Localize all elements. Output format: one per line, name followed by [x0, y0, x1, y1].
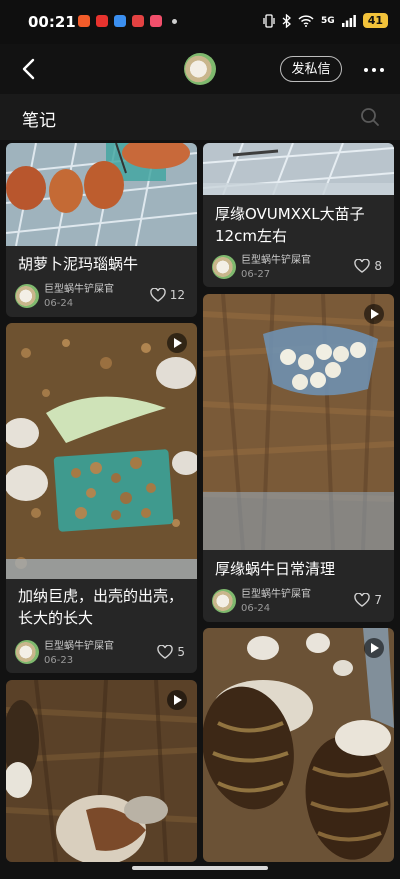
author-name: 巨型蜗牛铲屎官 — [44, 284, 114, 295]
status-time: 00:21 — [28, 13, 76, 31]
author-name: 巨型蜗牛铲屎官 — [44, 641, 114, 652]
note-card[interactable]: 厚缘OVUMXXL大苗子12cm左右 巨型蜗牛铲屎官 06-27 8 — [203, 143, 394, 287]
back-button[interactable] — [14, 54, 44, 84]
bluetooth-icon — [282, 13, 292, 28]
notification-icons — [78, 15, 177, 27]
note-card[interactable]: 厚缘蜗牛日常清理 巨型蜗牛铲屎官 06-24 7 — [203, 294, 394, 622]
like-count-value: 5 — [177, 645, 185, 659]
author-avatar — [15, 284, 39, 308]
note-card[interactable] — [203, 628, 394, 862]
note-title: 厚缘OVUMXXL大苗子12cm左右 — [215, 205, 365, 245]
note-cover-image — [203, 143, 394, 195]
wifi-icon — [298, 14, 314, 27]
video-play-icon — [364, 304, 384, 324]
top-navigation-bar: 发私信 — [0, 44, 400, 94]
note-cover-image — [203, 628, 394, 862]
weibo-app-icon — [78, 15, 90, 27]
like-count[interactable]: 7 — [354, 593, 382, 607]
note-title: 胡萝卜泥玛瑙蜗牛 — [18, 255, 139, 273]
like-count[interactable]: 8 — [354, 259, 382, 273]
like-count[interactable]: 5 — [157, 645, 185, 659]
heart-icon — [149, 288, 166, 302]
note-title: 加纳巨虎，出壳的出壳，长大的长大 — [18, 587, 184, 627]
search-icon[interactable] — [360, 107, 380, 127]
note-cover-image — [203, 294, 394, 550]
home-indicator — [132, 866, 268, 870]
news-app-icon — [96, 15, 108, 27]
like-count[interactable]: 12 — [149, 288, 185, 302]
shopping-app-icon — [132, 15, 144, 27]
video-play-icon — [167, 690, 187, 710]
note-card[interactable]: 胡萝卜泥玛瑙蜗牛 巨型蜗牛铲屎官 06-24 12 — [6, 143, 197, 317]
author-avatar — [15, 640, 39, 664]
notes-section-header: 笔记 — [0, 94, 400, 140]
video-app-icon — [150, 15, 162, 27]
author-avatar — [212, 255, 236, 279]
profile-avatar[interactable] — [184, 53, 216, 85]
more-options-icon[interactable] — [364, 68, 384, 72]
heart-icon — [354, 593, 371, 607]
author-avatar — [212, 589, 236, 613]
section-title: 笔记 — [22, 111, 56, 131]
browser-app-icon — [114, 15, 126, 27]
note-title: 厚缘蜗牛日常清理 — [215, 560, 336, 578]
vibrate-icon — [263, 13, 275, 28]
note-card[interactable] — [6, 680, 197, 862]
post-date: 06-24 — [44, 298, 74, 309]
note-cover-image — [6, 680, 197, 862]
post-date: 06-23 — [44, 655, 74, 666]
status-bar: 00:21 5G 41 — [0, 0, 400, 44]
video-play-icon — [167, 333, 187, 353]
author-name: 巨型蜗牛铲屎官 — [241, 255, 311, 266]
note-cover-image — [6, 143, 197, 246]
like-count-value: 7 — [374, 593, 382, 607]
heart-icon — [354, 259, 371, 273]
note-cover-image — [6, 323, 197, 579]
signal-icon — [341, 14, 356, 27]
send-message-button[interactable]: 发私信 — [280, 56, 342, 82]
heart-icon — [157, 645, 174, 659]
chevron-left-icon — [22, 58, 35, 80]
battery-icon: 41 — [362, 13, 388, 28]
like-count-value: 12 — [169, 288, 185, 302]
note-card[interactable]: 加纳巨虎，出壳的出壳，长大的长大 巨型蜗牛铲屎官 06-23 5 — [6, 323, 197, 673]
post-date: 06-24 — [241, 603, 271, 614]
like-count-value: 8 — [374, 259, 382, 273]
more-notifications-dot — [172, 18, 177, 24]
video-play-icon — [364, 638, 384, 658]
post-date: 06-27 — [241, 269, 271, 280]
system-icons: 5G 41 — [263, 13, 388, 28]
network-type: 5G — [321, 15, 335, 26]
author-name: 巨型蜗牛铲屎官 — [241, 589, 311, 600]
